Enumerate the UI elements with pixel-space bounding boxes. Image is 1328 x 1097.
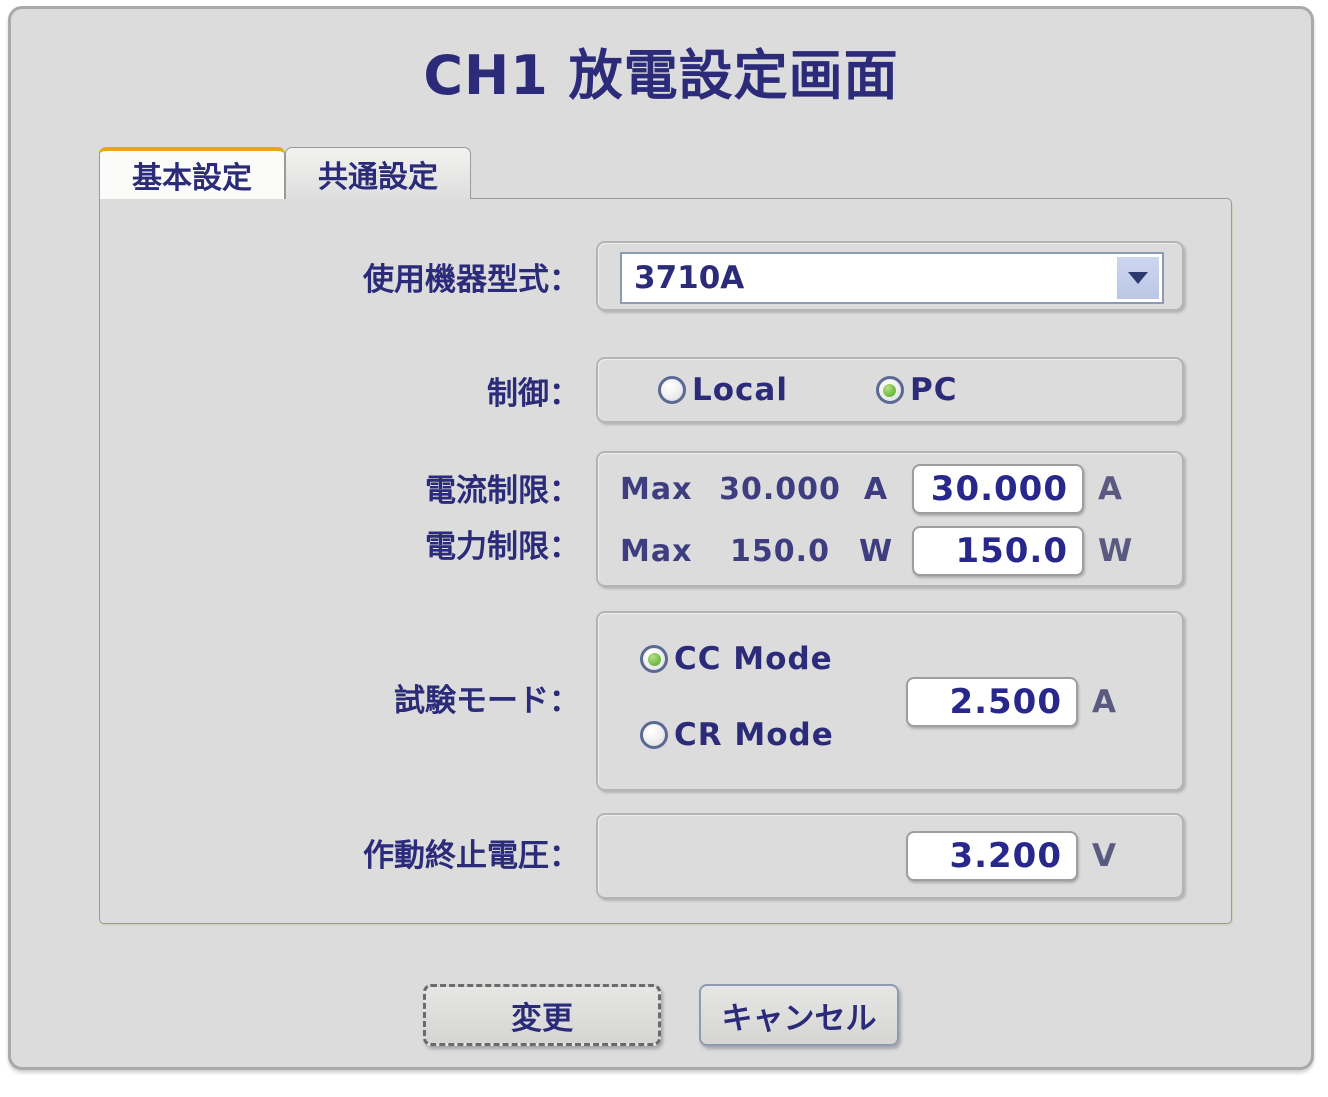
discharge-setting-window: CH1 放電設定画面 基本設定 共通設定 使用機器型式： 3710A 制御： L…	[8, 6, 1314, 1070]
current-limit-max-value: 30.000	[719, 471, 841, 507]
radio-pc-indicator	[875, 376, 904, 404]
tab-common-settings-label: 共通設定	[318, 159, 438, 195]
row-test-mode: 試験モード： CC Mode CR Mode 2.500 A	[100, 611, 1190, 791]
change-button[interactable]: 変更	[423, 984, 661, 1046]
cutoff-voltage-input[interactable]: 3.200	[906, 831, 1078, 881]
radio-control-pc-label: PC	[909, 372, 958, 408]
test-mode-label: 試験モード：	[394, 683, 580, 719]
limits-label-column: 電流制限： 電力制限：	[100, 463, 580, 575]
device-model-group: 3710A	[596, 241, 1184, 311]
cutoff-voltage-value-row: 3.200 V	[906, 831, 1120, 881]
cancel-button-label: キャンセル	[721, 1000, 877, 1037]
power-limit-unit: W	[1098, 533, 1133, 569]
test-mode-unit: A	[1092, 684, 1116, 720]
radio-control-local-label: Local	[692, 372, 788, 408]
radio-cr-mode-label: CR Mode	[674, 717, 834, 753]
change-button-label: 変更	[511, 1000, 573, 1037]
cancel-button[interactable]: キャンセル	[699, 984, 899, 1046]
row-cutoff-voltage: 作動終止電圧： 3.200 V	[100, 813, 1190, 899]
test-mode-value-row: 2.500 A	[906, 677, 1120, 727]
radio-cc-mode[interactable]: CC Mode	[640, 641, 833, 677]
radio-local-indicator	[658, 376, 686, 404]
power-limit-max-value: 150.0	[730, 533, 830, 569]
power-limit-input[interactable]: 150.0	[912, 526, 1084, 576]
limits-group: Max 30.000 A 30.000 A Max 150.0 W 150.0 …	[596, 451, 1184, 587]
control-label: 制御：	[487, 375, 580, 412]
row-device-model: 使用機器型式： 3710A	[100, 241, 1190, 311]
power-limit-label: 電力制限：	[425, 529, 580, 565]
device-model-label: 使用機器型式：	[363, 261, 580, 298]
row-limits: 電流制限： 電力制限： Max 30.000 A 30.000 A Max 15…	[100, 451, 1190, 587]
test-mode-group: CC Mode CR Mode 2.500 A	[596, 611, 1184, 791]
current-limit-max-prefix: Max	[620, 471, 693, 507]
radio-cc-mode-label: CC Mode	[674, 641, 833, 677]
radio-cc-mode-indicator	[640, 645, 668, 673]
cutoff-voltage-label: 作動終止電圧：	[363, 838, 580, 874]
radio-control-local[interactable]: Local	[658, 372, 788, 408]
basic-settings-panel: 使用機器型式： 3710A 制御： Local PC 電流制限： 電力制限： M…	[99, 198, 1232, 924]
row-control: 制御： Local PC	[100, 357, 1190, 423]
current-limit-row: Max 30.000 A 30.000 A	[620, 461, 1126, 517]
tab-basic-settings-label: 基本設定	[132, 161, 252, 196]
radio-cr-mode-indicator	[640, 721, 668, 749]
device-model-combobox[interactable]: 3710A	[620, 252, 1164, 304]
current-limit-input[interactable]: 30.000	[912, 464, 1084, 514]
chevron-down-icon[interactable]	[1117, 257, 1159, 299]
current-limit-label: 電流制限：	[425, 473, 580, 509]
page-title: CH1 放電設定画面	[423, 44, 899, 107]
power-limit-max-prefix: Max	[620, 533, 693, 569]
cutoff-voltage-unit: V	[1092, 838, 1116, 874]
tab-common-settings[interactable]: 共通設定	[285, 147, 471, 199]
test-mode-input[interactable]: 2.500	[906, 677, 1078, 727]
power-limit-max-unit: W	[858, 533, 894, 569]
radio-cr-mode[interactable]: CR Mode	[640, 717, 834, 753]
power-limit-row: Max 150.0 W 150.0 W	[620, 523, 1133, 579]
current-limit-unit: A	[1098, 471, 1122, 507]
radio-control-pc[interactable]: PC	[875, 372, 958, 408]
device-model-value: 3710A	[634, 260, 745, 296]
cutoff-voltage-group: 3.200 V	[596, 813, 1184, 899]
footer-buttons: 変更 キャンセル	[11, 984, 1311, 1046]
current-limit-max-unit: A	[863, 471, 889, 507]
tab-basic-settings[interactable]: 基本設定	[99, 147, 285, 199]
control-group: Local PC	[596, 357, 1184, 423]
tab-strip: 基本設定 共通設定	[99, 147, 1232, 199]
